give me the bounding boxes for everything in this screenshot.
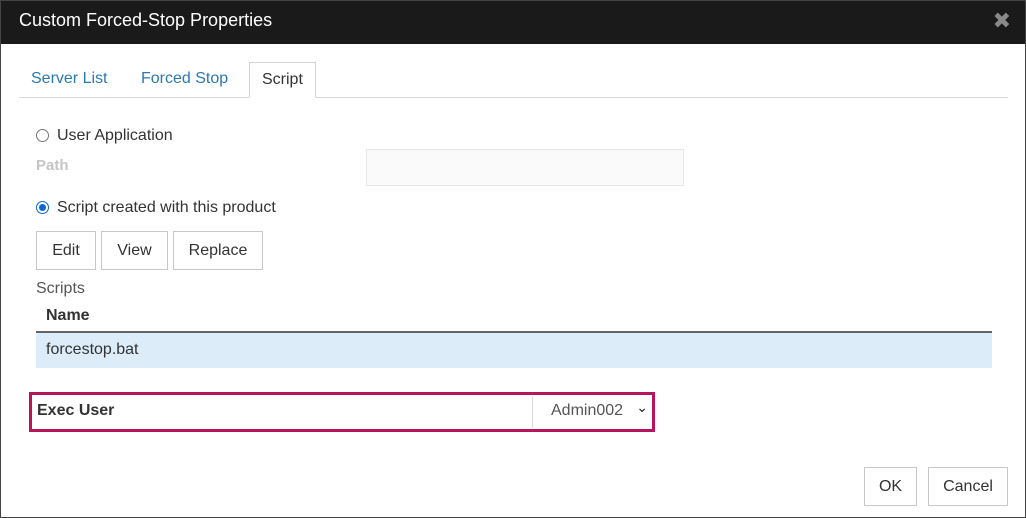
tab-bar: Server List Forced Stop Script: [19, 62, 1008, 98]
scripts-label: Scripts: [36, 280, 85, 297]
script-created-label: Script created with this product: [57, 199, 276, 216]
scripts-table-header: Name: [36, 307, 992, 333]
view-button[interactable]: View: [101, 231, 168, 270]
edit-button[interactable]: Edit: [36, 231, 96, 270]
tab-server-list[interactable]: Server List: [19, 62, 119, 96]
dialog-title: Custom Forced-Stop Properties: [19, 10, 273, 30]
column-header-name[interactable]: Name: [46, 307, 90, 325]
exec-user-value: Admin002: [551, 402, 624, 419]
script-created-radio[interactable]: [36, 201, 49, 214]
ok-button[interactable]: OK: [864, 467, 917, 506]
script-name-cell: forcestop.bat: [46, 341, 139, 358]
path-input[interactable]: [366, 149, 684, 186]
path-label: Path: [36, 157, 69, 174]
exec-user-label: Exec User: [37, 402, 115, 419]
chevron-down-icon: ⌄: [636, 400, 648, 416]
replace-button[interactable]: Replace: [173, 231, 263, 270]
properties-dialog: Custom Forced-Stop Properties ✖ Server L…: [0, 0, 1026, 518]
exec-user-row: Exec User Admin002 ⌄: [29, 392, 655, 432]
exec-user-select[interactable]: Admin002 ⌄: [532, 396, 652, 428]
table-row[interactable]: forcestop.bat: [36, 333, 992, 368]
cancel-button[interactable]: Cancel: [928, 467, 1008, 506]
tab-forced-stop[interactable]: Forced Stop: [129, 62, 240, 96]
close-icon[interactable]: ✖: [993, 9, 1011, 34]
tab-script[interactable]: Script: [249, 62, 316, 98]
user-application-radio[interactable]: [36, 129, 49, 142]
user-application-label: User Application: [57, 127, 173, 144]
title-bar: Custom Forced-Stop Properties ✖: [1, 1, 1025, 44]
